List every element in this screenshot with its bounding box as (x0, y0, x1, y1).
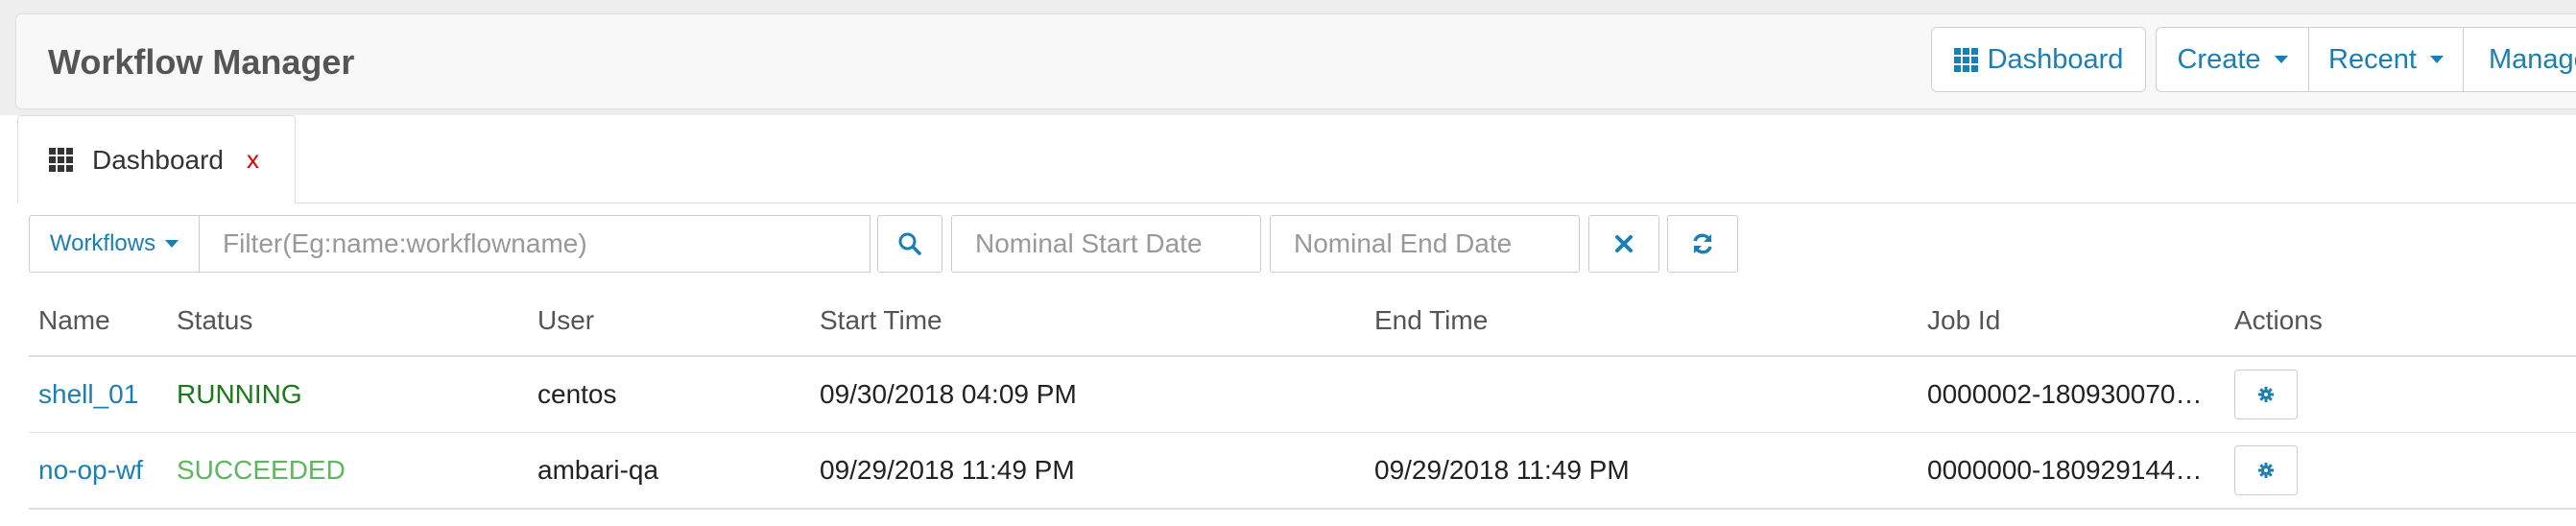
column-header-user[interactable]: User (528, 286, 810, 357)
manage-menu-button[interactable]: Manage (2463, 27, 2576, 92)
chevron-down-icon (165, 240, 179, 248)
nominal-end-date-input[interactable]: Nominal End Date (1270, 215, 1580, 273)
end-time-cell: 09/29/2018 11:49 PM (1365, 432, 1918, 510)
start-time-cell: 09/30/2018 04:09 PM (810, 356, 1365, 433)
chevron-down-icon (2429, 56, 2444, 63)
dashboard-nav-button[interactable]: Dashboard (1931, 27, 2146, 92)
status-cell: SUCCEEDED (167, 432, 528, 510)
actions-button[interactable] (2234, 370, 2298, 419)
column-header-name[interactable]: Name (29, 286, 167, 357)
chevron-down-icon (2274, 56, 2288, 63)
gear-icon (2258, 387, 2274, 402)
workflow-table: Name Status User Start Time End Time Job… (29, 286, 2576, 510)
refresh-button[interactable] (1667, 215, 1738, 273)
gear-icon (2258, 463, 2274, 478)
workflows-dropdown[interactable]: Workflows (29, 215, 200, 273)
column-header-actions: Actions (2225, 286, 2576, 357)
status-cell: RUNNING (167, 356, 528, 433)
table-header-row: Name Status User Start Time End Time Job… (29, 286, 2576, 357)
search-button[interactable] (877, 215, 942, 273)
create-label: Create (2177, 43, 2261, 75)
recent-menu-button[interactable]: Recent (2308, 27, 2464, 92)
recent-label: Recent (2328, 43, 2417, 75)
job-id-cell: 0000000-180929144… (1918, 432, 2225, 510)
column-header-job-id[interactable]: Job Id (1918, 286, 2225, 357)
table-row: no-op-wf SUCCEEDED ambari-qa 09/29/2018 … (29, 432, 2576, 510)
job-id-cell: 0000002-180930070… (1918, 356, 2225, 433)
start-time-cell: 09/29/2018 11:49 PM (810, 432, 1365, 510)
clear-filter-button[interactable] (1588, 215, 1659, 273)
start-date-placeholder: Nominal Start Date (975, 228, 1203, 258)
search-icon (898, 232, 921, 255)
end-time-cell (1365, 356, 1918, 433)
end-date-placeholder: Nominal End Date (1294, 228, 1513, 258)
actions-button[interactable] (2234, 445, 2298, 495)
manage-label: Manage (2489, 43, 2576, 75)
column-header-end-time[interactable]: End Time (1365, 286, 1918, 357)
column-header-status[interactable]: Status (167, 286, 528, 357)
search-placeholder: Filter(Eg:name:workflowname) (223, 228, 587, 258)
user-cell: centos (528, 356, 810, 433)
grid-icon (49, 148, 73, 172)
tab-dashboard[interactable]: Dashboard x (17, 115, 296, 203)
refresh-icon (1693, 233, 1712, 254)
main-panel: Dashboard x Workflows Filter(Eg:name:wor… (0, 115, 2576, 526)
table-row: shell_01 RUNNING centos 09/30/2018 04:09… (29, 356, 2576, 433)
workflows-label: Workflows (49, 230, 156, 256)
create-menu-button[interactable]: Create (2156, 27, 2309, 92)
tab-label: Dashboard (92, 144, 224, 175)
search-input[interactable]: Filter(Eg:name:workflowname) (199, 215, 871, 273)
close-icon (1615, 235, 1633, 252)
workflow-name-link[interactable]: shell_01 (38, 379, 138, 409)
column-header-start-time[interactable]: Start Time (810, 286, 1365, 357)
dashboard-nav-label: Dashboard (1987, 43, 2124, 75)
grid-icon (1953, 47, 1978, 72)
user-cell: ambari-qa (528, 432, 810, 510)
nominal-start-date-input[interactable]: Nominal Start Date (951, 215, 1261, 273)
tab-close-button[interactable]: x (247, 145, 259, 175)
workflow-name-link[interactable]: no-op-wf (38, 455, 143, 485)
app-title: Workflow Manager (48, 42, 355, 82)
